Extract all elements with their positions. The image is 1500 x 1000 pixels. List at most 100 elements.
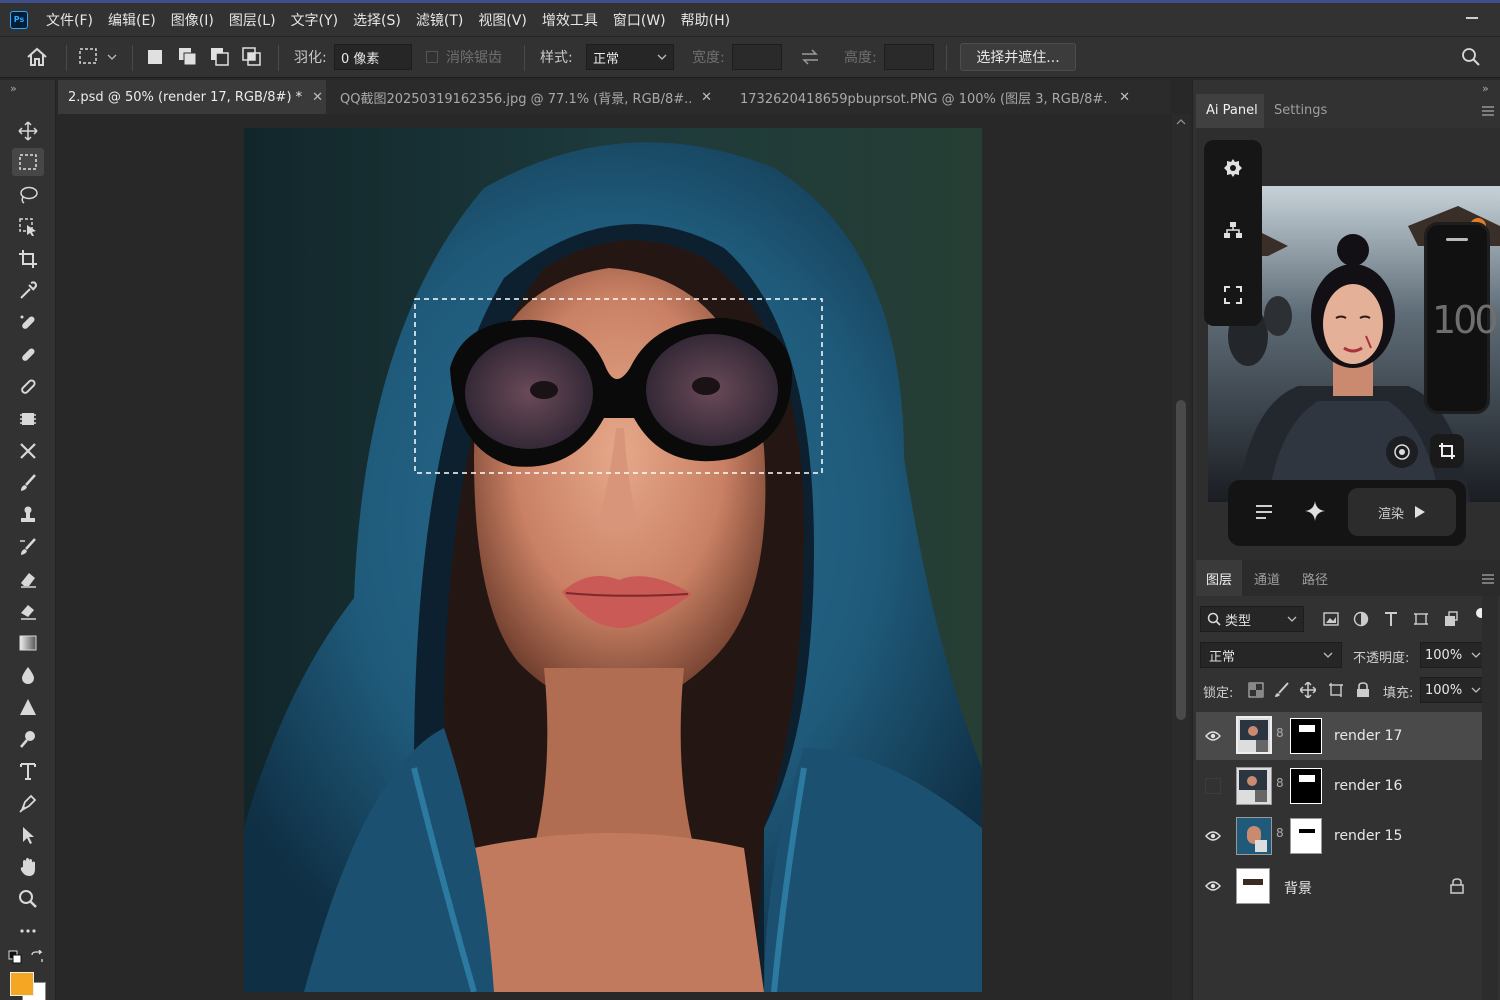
- spot-healing-tool-icon[interactable]: [12, 309, 44, 337]
- default-colors-icon[interactable]: [8, 950, 22, 964]
- tab-paths[interactable]: 路径: [1302, 569, 1328, 588]
- panel-menu-icon[interactable]: [1482, 106, 1494, 116]
- lock-pixels-icon[interactable]: [1274, 682, 1290, 698]
- height-input[interactable]: [884, 44, 934, 70]
- select-and-mask-button[interactable]: 选择并遮住...: [960, 43, 1076, 71]
- tab-qq-screenshot[interactable]: QQ截图20250319162356.jpg @ 77.1% (背景, RGB/…: [330, 80, 722, 114]
- menu-image[interactable]: 图像(I): [171, 10, 214, 30]
- patch-tool-icon[interactable]: [12, 373, 44, 401]
- antialias-checkbox[interactable]: [426, 51, 438, 63]
- more-tools-icon[interactable]: [12, 917, 44, 945]
- lock-transparent-icon[interactable]: [1248, 682, 1264, 698]
- pen-tool-icon[interactable]: [12, 789, 44, 817]
- sharpen-tool-icon[interactable]: [12, 693, 44, 721]
- menu-list-icon[interactable]: [1255, 503, 1273, 521]
- close-icon[interactable]: ✕: [1119, 90, 1130, 105]
- sparkle-icon[interactable]: [1304, 500, 1326, 522]
- home-icon[interactable]: [26, 37, 48, 77]
- new-selection-icon[interactable]: [146, 37, 164, 77]
- filter-smart-object-icon[interactable]: [1443, 611, 1459, 627]
- add-selection-icon[interactable]: [178, 37, 198, 77]
- red-eye-tool-icon[interactable]: [12, 437, 44, 465]
- intersect-selection-icon[interactable]: [242, 37, 262, 77]
- mask-thumbnail[interactable]: [1290, 718, 1322, 754]
- crop-icon[interactable]: [1430, 434, 1464, 468]
- marquee-preset-icon[interactable]: [78, 37, 118, 77]
- minimize-icon[interactable]: [1466, 17, 1478, 19]
- menu-window[interactable]: 窗口(W): [613, 10, 666, 30]
- filter-pixel-icon[interactable]: [1323, 611, 1339, 627]
- tab-ai-panel[interactable]: Ai Panel: [1206, 103, 1258, 118]
- layer-row-render-16[interactable]: 8 render 16: [1196, 762, 1482, 810]
- tab-2-psd[interactable]: 2.psd @ 50% (render 17, RGB/8#) * ✕: [58, 80, 326, 114]
- tab-settings[interactable]: Settings: [1274, 103, 1327, 118]
- expand-panels-icon[interactable]: »: [1482, 82, 1489, 95]
- eyedropper-tool-icon[interactable]: [12, 277, 44, 305]
- fill-input[interactable]: 100%: [1420, 677, 1486, 703]
- dodge-tool-icon[interactable]: [12, 725, 44, 753]
- render-button[interactable]: 渲染: [1348, 488, 1456, 536]
- rectangular-marquee-tool-icon[interactable]: [12, 148, 44, 176]
- lock-artboard-icon[interactable]: [1328, 682, 1344, 698]
- fullscreen-icon[interactable]: [1223, 285, 1243, 305]
- subtract-selection-icon[interactable]: [210, 37, 230, 77]
- swap-icon[interactable]: [800, 37, 820, 77]
- close-icon[interactable]: ✕: [701, 90, 712, 105]
- tab-channels[interactable]: 通道: [1254, 569, 1280, 588]
- healing-brush-tool-icon[interactable]: [12, 341, 44, 369]
- content-aware-tool-icon[interactable]: [12, 405, 44, 433]
- tab-layers[interactable]: 图层: [1206, 569, 1232, 588]
- link-icon[interactable]: 8: [1276, 826, 1284, 840]
- zoom-tool-icon[interactable]: [12, 885, 44, 913]
- scrollbar-thumb[interactable]: [1176, 400, 1186, 720]
- compare-icon[interactable]: [1386, 436, 1418, 468]
- menu-plugins[interactable]: 增效工具: [542, 10, 598, 30]
- blend-mode-select[interactable]: 正常: [1200, 642, 1342, 668]
- feather-input[interactable]: 0 像素: [334, 44, 412, 70]
- layers-scrollbar[interactable]: [1482, 596, 1498, 1000]
- document-canvas[interactable]: [244, 128, 982, 992]
- filter-adjustment-icon[interactable]: [1353, 611, 1369, 627]
- crop-tool-icon[interactable]: [12, 245, 44, 273]
- gradient-tool-icon[interactable]: [12, 629, 44, 657]
- eraser-tool-icon[interactable]: [12, 565, 44, 593]
- lasso-tool-icon[interactable]: [12, 181, 44, 209]
- menu-view[interactable]: 视图(V): [478, 10, 527, 30]
- type-tool-icon[interactable]: [12, 757, 44, 785]
- layer-row-render-17[interactable]: 8 render 17: [1196, 712, 1482, 760]
- style-select[interactable]: 正常: [586, 44, 674, 70]
- menu-filter[interactable]: 滤镜(T): [416, 10, 463, 30]
- opacity-input[interactable]: 100%: [1420, 642, 1486, 668]
- filter-shape-icon[interactable]: [1413, 611, 1429, 627]
- menu-type[interactable]: 文字(Y): [291, 10, 338, 30]
- lock-position-icon[interactable]: [1300, 682, 1316, 698]
- move-tool-icon[interactable]: [12, 117, 44, 145]
- link-icon[interactable]: 8: [1276, 776, 1284, 790]
- swap-colors-icon[interactable]: [30, 950, 44, 964]
- gear-icon[interactable]: [1223, 158, 1243, 178]
- path-selection-tool-icon[interactable]: [12, 821, 44, 849]
- stamp-tool-icon[interactable]: [12, 501, 44, 529]
- mask-thumbnail[interactable]: [1290, 818, 1322, 854]
- hand-tool-icon[interactable]: [12, 853, 44, 881]
- menu-file[interactable]: 文件(F): [46, 10, 93, 30]
- brush-tool-icon[interactable]: [12, 469, 44, 497]
- tab-png-file[interactable]: 1732620418659pbuprsot.PNG @ 100% (图层 3, …: [730, 80, 1140, 114]
- layer-filter-select[interactable]: 类型: [1200, 606, 1304, 632]
- history-brush-tool-icon[interactable]: [12, 533, 44, 561]
- search-icon[interactable]: [1461, 37, 1481, 77]
- width-input[interactable]: [732, 44, 782, 70]
- blur-tool-icon[interactable]: [12, 661, 44, 689]
- menu-help[interactable]: 帮助(H): [681, 10, 730, 30]
- menu-select[interactable]: 选择(S): [353, 10, 401, 30]
- foreground-color-swatch[interactable]: [10, 972, 34, 996]
- ps-app-icon[interactable]: Ps: [10, 10, 28, 29]
- visibility-toggle[interactable]: [1205, 778, 1221, 794]
- close-icon[interactable]: ✕: [312, 90, 323, 105]
- object-selection-tool-icon[interactable]: [12, 213, 44, 241]
- lock-all-icon[interactable]: [1356, 682, 1370, 698]
- slider-handle[interactable]: [1446, 238, 1468, 241]
- menu-layer[interactable]: 图层(L): [229, 10, 276, 30]
- link-icon[interactable]: 8: [1276, 726, 1284, 740]
- menu-edit[interactable]: 编辑(E): [108, 10, 156, 30]
